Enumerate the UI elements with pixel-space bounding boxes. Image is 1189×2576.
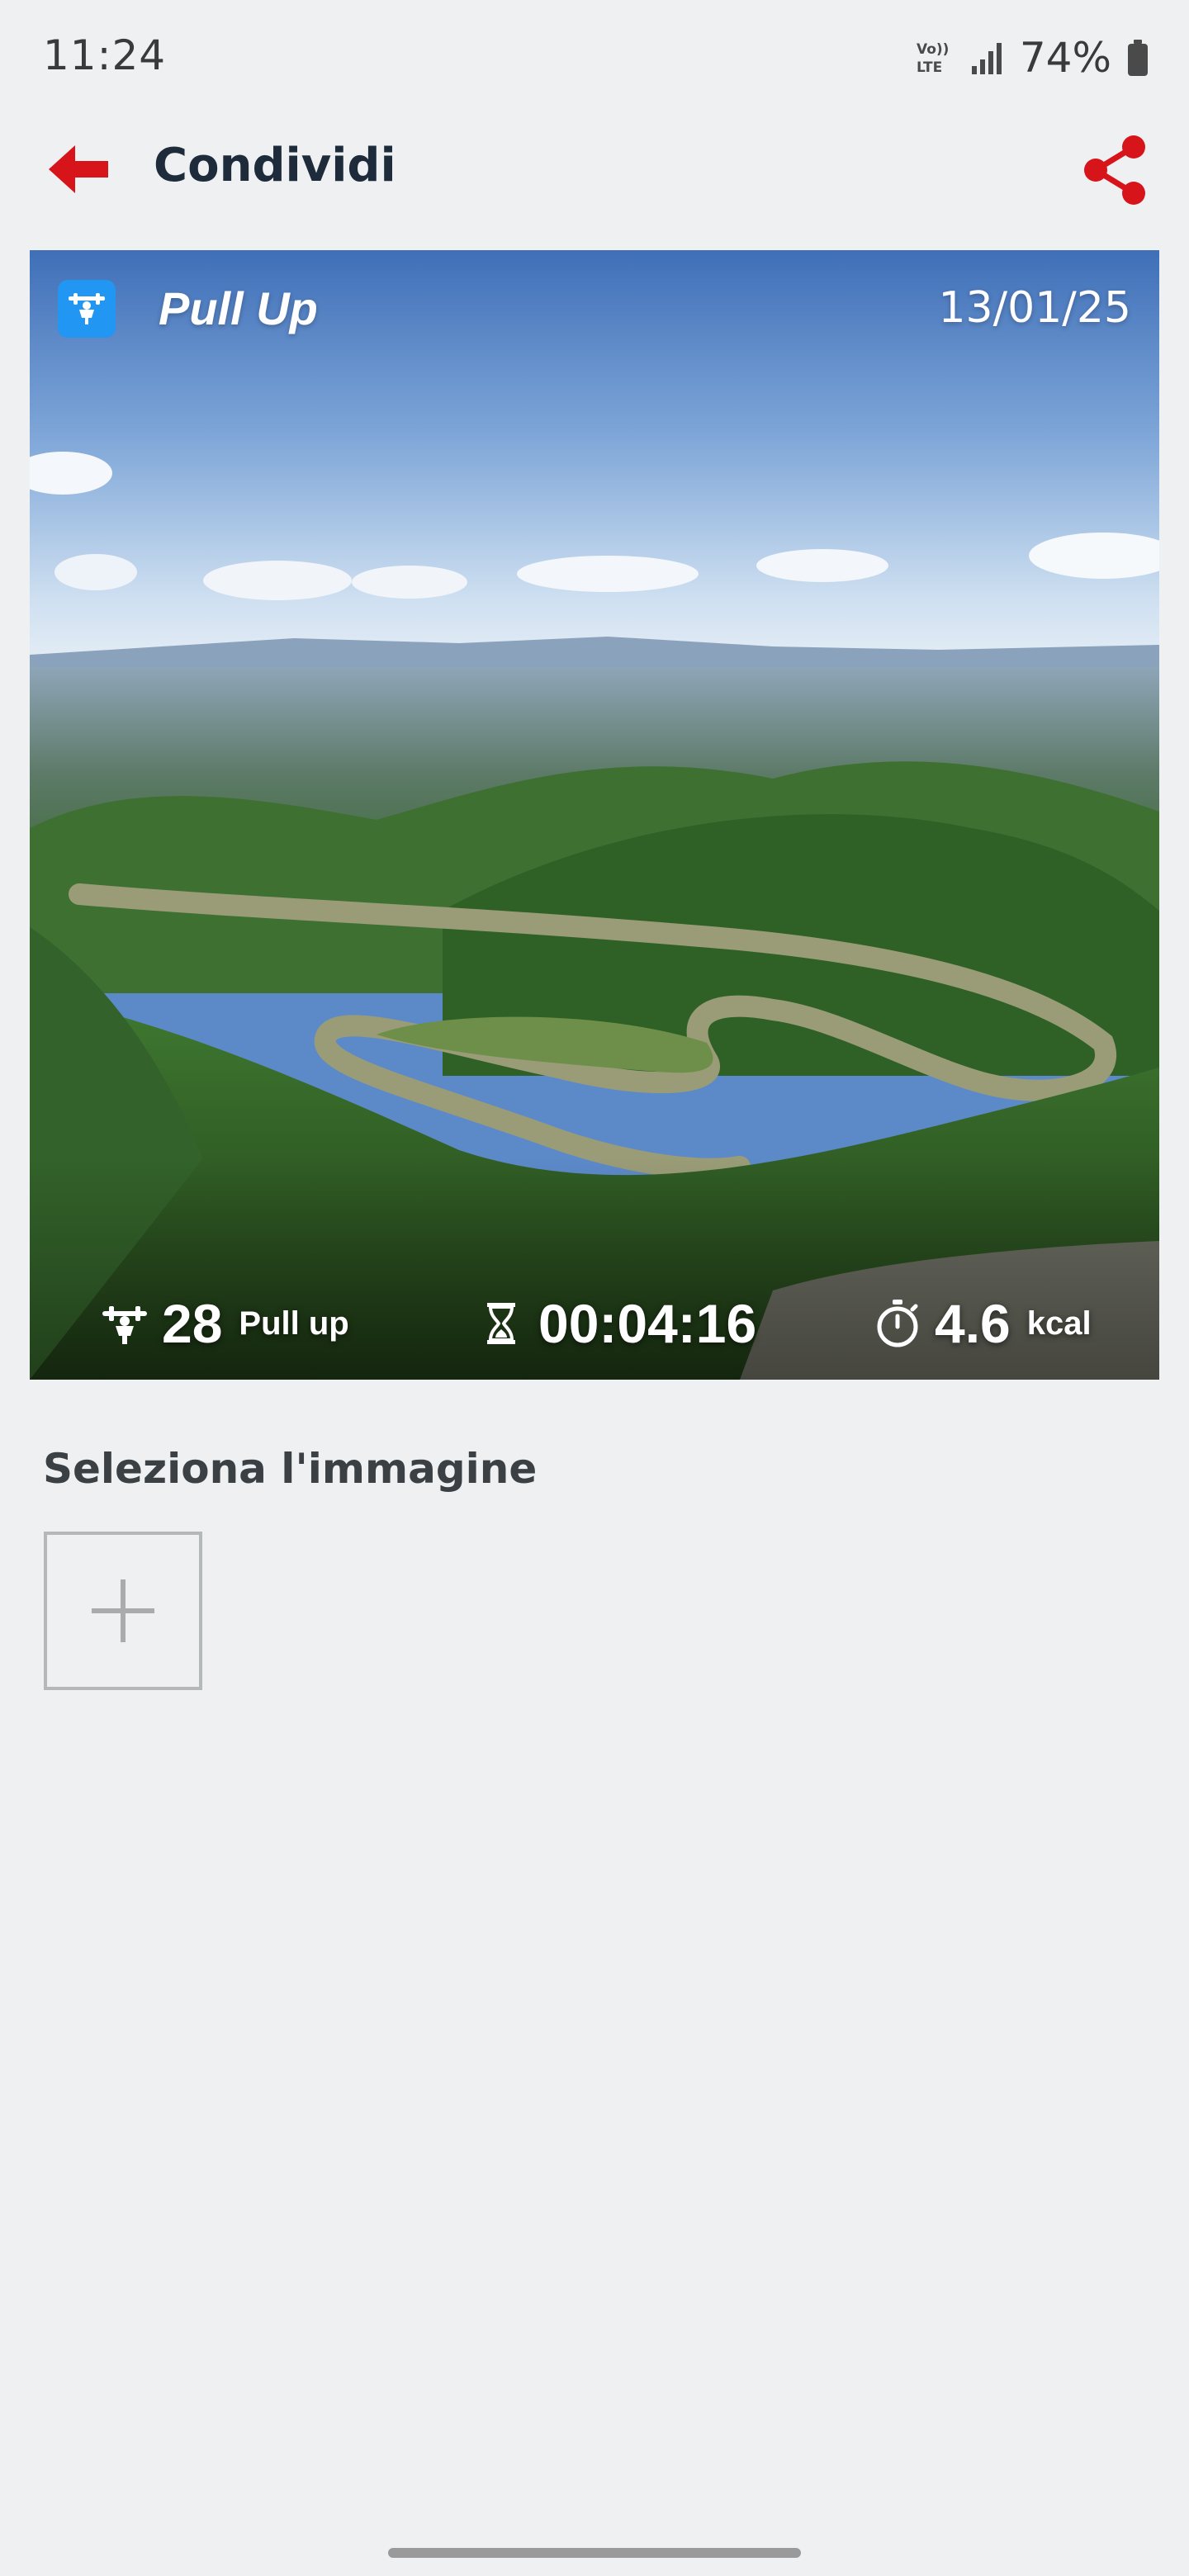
svg-text:Vo)): Vo)) bbox=[917, 41, 949, 58]
pull-up-icon bbox=[69, 293, 105, 324]
battery-percent: 74% bbox=[1019, 34, 1111, 82]
select-image-label: Seleziona l'immagine bbox=[43, 1445, 538, 1493]
stat-calories: 4.6 kcal bbox=[872, 1282, 1092, 1365]
calories-value: 4.6 bbox=[935, 1293, 1011, 1354]
reps-unit: Pull up bbox=[239, 1305, 349, 1342]
card-header: Pull Up 13/01/25 bbox=[30, 250, 1159, 374]
plus-icon bbox=[92, 1579, 154, 1642]
activity-badge bbox=[58, 280, 116, 338]
gesture-nav-handle[interactable] bbox=[388, 2548, 801, 2558]
stat-duration: 00:04:16 bbox=[476, 1282, 756, 1365]
stat-reps: 28 Pull up bbox=[99, 1282, 349, 1365]
calories-unit: kcal bbox=[1026, 1305, 1092, 1342]
pull-up-icon bbox=[102, 1306, 147, 1344]
duration-value: 00:04:16 bbox=[538, 1293, 757, 1354]
svg-text:LTE: LTE bbox=[917, 59, 942, 76]
activity-name: Pull Up bbox=[159, 282, 318, 334]
add-image-button[interactable] bbox=[44, 1532, 202, 1690]
share-button[interactable] bbox=[1073, 129, 1156, 211]
stopwatch-icon bbox=[877, 1300, 918, 1347]
reps-value: 28 bbox=[162, 1293, 223, 1354]
back-button[interactable] bbox=[41, 132, 116, 206]
landscape-background-image bbox=[30, 250, 1159, 1380]
battery-icon bbox=[1128, 40, 1148, 76]
volte-icon: Vo)) LTE bbox=[917, 41, 949, 76]
share-icon bbox=[1084, 135, 1145, 205]
status-bar: 11:24 Vo)) LTE 74% bbox=[0, 0, 1189, 116]
stats-row: 28 Pull up 00:04:16 4.6 kcal bbox=[30, 1282, 1159, 1365]
signal-icon bbox=[971, 43, 1002, 74]
status-time: 11:24 bbox=[43, 31, 167, 79]
app-bar: Condividi bbox=[0, 124, 1189, 215]
page-title: Condividi bbox=[154, 139, 396, 192]
status-indicators: Vo)) LTE 74% bbox=[914, 33, 1149, 83]
arrow-left-icon bbox=[49, 145, 108, 193]
share-preview-card: Pull Up 13/01/25 28 Pull up 00:04:16 4.6… bbox=[30, 250, 1159, 1380]
hourglass-icon bbox=[487, 1303, 515, 1344]
activity-date: 13/01/25 bbox=[938, 283, 1131, 333]
